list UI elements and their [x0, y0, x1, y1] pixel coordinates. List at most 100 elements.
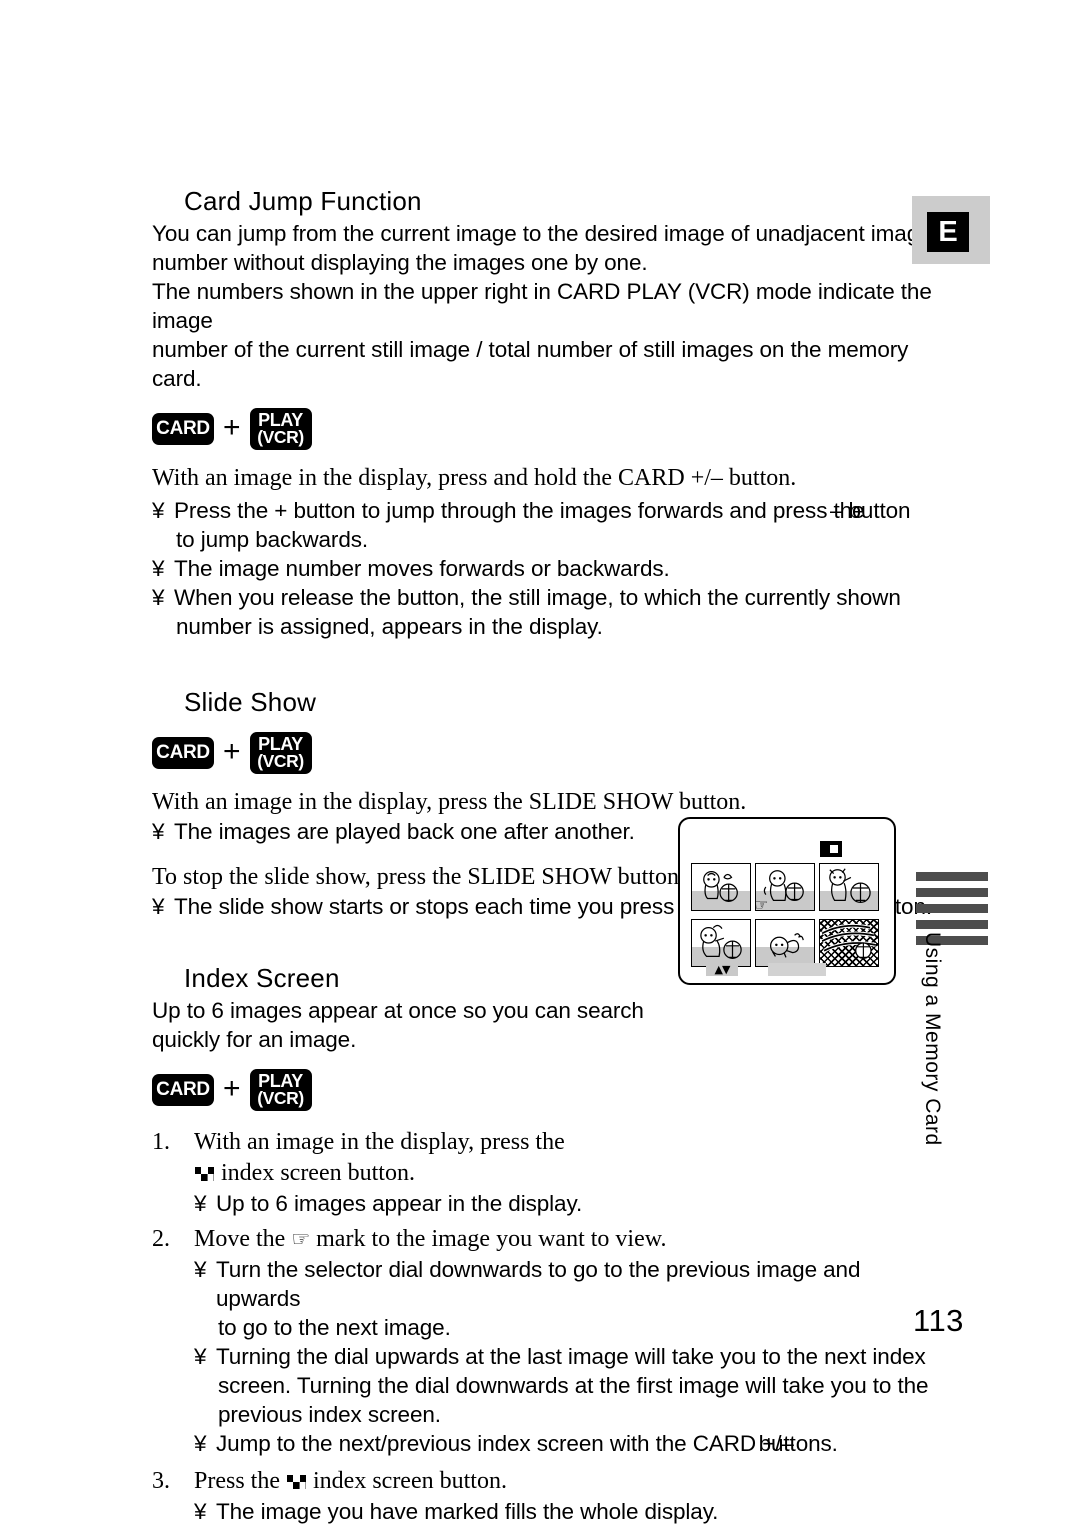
index-step-1-bullets: ¥ Up to 6 images appear in the display. [152, 1189, 942, 1218]
baby-with-ball-art [703, 871, 738, 902]
intro-line: The numbers shown in the upper right in … [152, 279, 932, 333]
step-number: 3. [152, 1468, 170, 1494]
index-screen-illustration: ☞ ▲▼ [678, 817, 896, 985]
section-index-screen: Index Screen Up to 6 images appear at on… [152, 963, 942, 1526]
side-tab-bar [916, 920, 988, 929]
bullet-continuation: to jump backwards. [176, 527, 369, 552]
index-step-2: 2. Move the ☞ mark to the image you want… [152, 1224, 942, 1255]
bullet-continuation: to go to the next image. [218, 1315, 451, 1340]
bullet-continuation: previous index screen. [218, 1402, 441, 1427]
card-button-badge[interactable]: CARD [152, 1074, 214, 1106]
card-jump-intro: You can jump from the current image to t… [152, 219, 942, 393]
intro-line: quickly for an image. [152, 1027, 357, 1052]
side-tab-bar [916, 888, 988, 897]
thumbnail-1[interactable] [691, 863, 751, 911]
vcr-label: (VCR) [257, 427, 304, 448]
bullet-marker: ¥ [194, 1191, 207, 1216]
baby-lying-with-ball-art [700, 924, 742, 959]
slide-show-button-combo: CARD + PLAY (VCR) [152, 732, 942, 774]
section-heading-card-jump: Card Jump Function [184, 186, 422, 216]
bullet-marker: ¥ [152, 894, 165, 919]
step-text: index screen button. [313, 1468, 507, 1494]
card-jump-bullet-3: ¥ When you release the button, the still… [152, 583, 942, 641]
step-text: mark to the image you want to view. [316, 1226, 667, 1252]
bullet-marker: ¥ [194, 1257, 207, 1282]
step-bullet: ¥ Jump to the next/previous index screen… [194, 1429, 942, 1458]
overlap-layer-b: buttons. [758, 1431, 838, 1456]
thumbnail-5[interactable] [755, 919, 815, 967]
language-marker: E [912, 196, 990, 264]
bullet-text: When you release the button, the still i… [174, 585, 901, 610]
plus-symbol: + [223, 410, 241, 444]
step-text: Move the [194, 1226, 286, 1252]
play-vcr-button-badge[interactable]: PLAY (VCR) [249, 732, 312, 774]
step-text: index screen button. [221, 1160, 415, 1186]
card-button-badge[interactable]: CARD [152, 737, 214, 769]
index-step-3-bullets: ¥ The image you have marked fills the wh… [152, 1497, 942, 1526]
bullet-continuation: number is assigned, appears in the displ… [176, 614, 603, 639]
language-marker-letter: E [927, 212, 969, 252]
bullet-marker: ¥ [194, 1344, 207, 1369]
index-screen-intro: Up to 6 images appear at once so you can… [152, 996, 942, 1054]
step-bullet: ¥ Turn the selector dial downwards to go… [194, 1255, 942, 1342]
bullet-text: The image number moves forwards or backw… [174, 556, 670, 581]
illustration-updown-marker: ▲▼ [706, 963, 738, 976]
step-bullet: ¥ The image you have marked fills the wh… [194, 1497, 942, 1526]
card-button-badge[interactable]: CARD [152, 413, 214, 445]
step-number: 1. [152, 1129, 170, 1155]
index-step-1: 1. With an image in the display, press t… [152, 1127, 942, 1189]
thumbnail-grid [691, 863, 887, 967]
intro-line: number without displaying the images one… [152, 250, 648, 275]
play-vcr-button-badge[interactable]: PLAY (VCR) [249, 1069, 312, 1111]
step-text: Press the [194, 1468, 280, 1494]
card-jump-bullet-1: ¥ Press the + button to jump through the… [152, 496, 942, 554]
overlap-layer-a: Press the + button to jump through the i… [174, 498, 865, 523]
bullet-marker: ¥ [152, 819, 165, 844]
index-step-2-bullets: ¥ Turn the selector dial downwards to go… [152, 1255, 942, 1458]
side-tab-bar [916, 904, 988, 913]
index-step-3: 3. Press the index screen button. [152, 1466, 942, 1497]
bullet-marker: ¥ [152, 556, 165, 581]
pointing-hand-icon: ☞ [291, 1227, 311, 1251]
overlap-layer-a: Jump to the next/previous index screen w… [216, 1431, 794, 1456]
thumbnail-6[interactable] [819, 919, 879, 967]
card-jump-bullet-2: ¥ The image number moves forwards or bac… [152, 554, 942, 583]
section-card-jump: Card Jump Function You can jump from the… [152, 186, 942, 641]
index-screen-icon [287, 1475, 306, 1489]
document-page: E Card Jump Function You can jump from t… [0, 0, 1080, 1524]
vcr-label: (VCR) [257, 1088, 304, 1109]
step-bullet: ¥ Turning the dial upwards at the last i… [194, 1342, 942, 1429]
step-bullet: ¥ Up to 6 images appear in the display. [194, 1189, 942, 1218]
baby-reaching-art [829, 868, 871, 903]
bullet-marker: ¥ [152, 585, 165, 610]
index-screen-icon [195, 1167, 214, 1181]
bullet-marker: ¥ [152, 498, 165, 523]
bullet-text: Up to 6 images appear in the display. [216, 1191, 583, 1216]
play-vcr-button-badge[interactable]: PLAY (VCR) [249, 408, 312, 450]
bullet-text: The image you have marked fills the whol… [216, 1499, 719, 1524]
memory-card-icon [820, 841, 842, 857]
bullet-continuation: screen. Turning the dial downwards at th… [218, 1373, 929, 1398]
thumbnail-4[interactable] [691, 919, 751, 967]
bullet-marker: ¥ [194, 1431, 207, 1456]
page-number: 113 [913, 1303, 964, 1338]
illustration-selection-bar [768, 963, 826, 976]
thumbnail-3[interactable] [819, 863, 879, 911]
card-jump-instruction: With an image in the display, press and … [152, 465, 797, 491]
step-number: 2. [152, 1226, 170, 1252]
overlapping-text-group: Press the + button to jump through the i… [174, 496, 911, 525]
vcr-label: (VCR) [257, 751, 304, 772]
overlapping-text-group: Jump to the next/previous index screen w… [216, 1429, 838, 1458]
slide-show-start-instruction: With an image in the display, press the … [152, 789, 747, 815]
overlap-layer-b: – button [829, 498, 911, 523]
index-screen-button-combo: CARD + PLAY (VCR) [152, 1069, 942, 1111]
soccer-goal-net-art [821, 923, 877, 960]
side-tab-bar [916, 872, 988, 881]
step-text: With an image in the display, press the [194, 1129, 565, 1155]
bullet-text: Turn the selector dial downwards to go t… [216, 1257, 861, 1311]
card-jump-button-combo: CARD + PLAY (VCR) [152, 408, 942, 450]
side-tab-label: Using a Memory Card [921, 932, 944, 1146]
bullet-text: The images are played back one after ano… [174, 819, 635, 844]
bullet-text: Turning the dial upwards at the last ima… [216, 1344, 926, 1369]
illustration-hand-marker: ☞ [754, 895, 769, 914]
